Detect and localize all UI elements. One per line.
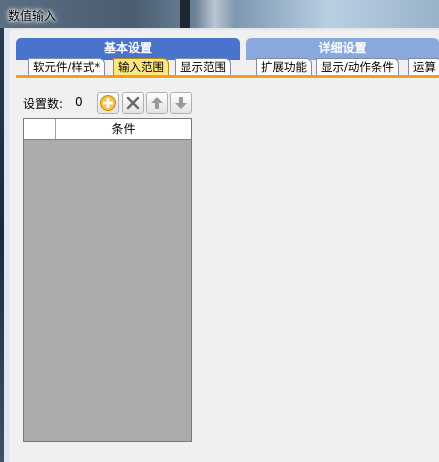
tab-group-basic-label: 基本设置	[103, 41, 152, 55]
tab-operation[interactable]: 运算	[408, 58, 439, 76]
tab-device-style[interactable]: 软元件/样式*	[28, 58, 106, 76]
settings-count-value: 0	[75, 95, 83, 109]
delete-icon	[126, 96, 140, 110]
settings-count-label: 设置数:	[23, 97, 64, 111]
tab-extended-function[interactable]: 扩展功能	[256, 58, 312, 76]
window-title: 数值输入	[8, 9, 57, 23]
grid-header-corner[interactable]	[24, 119, 56, 139]
move-up-button[interactable]	[146, 92, 168, 114]
conditions-grid[interactable]: 条件	[23, 118, 192, 442]
tab-label: 显示/动作条件	[321, 60, 394, 74]
grid-body-empty[interactable]	[24, 140, 191, 441]
delete-condition-button[interactable]	[122, 92, 144, 114]
tab-row: 软元件/样式* 输入范围 显示范围 扩展功能 显示/动作条件 运算	[16, 58, 439, 76]
tab-input-range[interactable]: 输入范围	[113, 58, 169, 76]
tab-label: 运算	[413, 60, 436, 74]
tab-label: 输入范围	[118, 60, 164, 74]
tab-display-range[interactable]: 显示范围	[175, 58, 231, 76]
tab-display-action-condition[interactable]: 显示/动作条件	[316, 58, 399, 76]
tab-group-detail-label: 详细设置	[318, 41, 367, 55]
grid-header-condition[interactable]: 条件	[56, 119, 191, 139]
numeric-input-dialog: 数值输入 基本设置 详细设置 软元件/样式* 输入范围 显示范围 扩展功能 显示…	[0, 0, 439, 462]
move-up-icon	[151, 97, 163, 109]
title-bar[interactable]: 数值输入	[0, 0, 439, 28]
add-icon	[100, 95, 116, 111]
move-down-icon	[175, 97, 187, 109]
tab-label: 软元件/样式*	[33, 60, 101, 74]
grid-header: 条件	[24, 119, 191, 140]
tab-label: 扩展功能	[261, 60, 307, 74]
title-bar-shade	[180, 0, 190, 28]
tab-underline	[16, 75, 439, 78]
move-down-button[interactable]	[170, 92, 192, 114]
add-condition-button[interactable]	[97, 92, 119, 114]
grid-header-condition-label: 条件	[111, 122, 136, 136]
tab-label: 显示范围	[180, 60, 226, 74]
title-bar-gloss	[195, 0, 235, 28]
